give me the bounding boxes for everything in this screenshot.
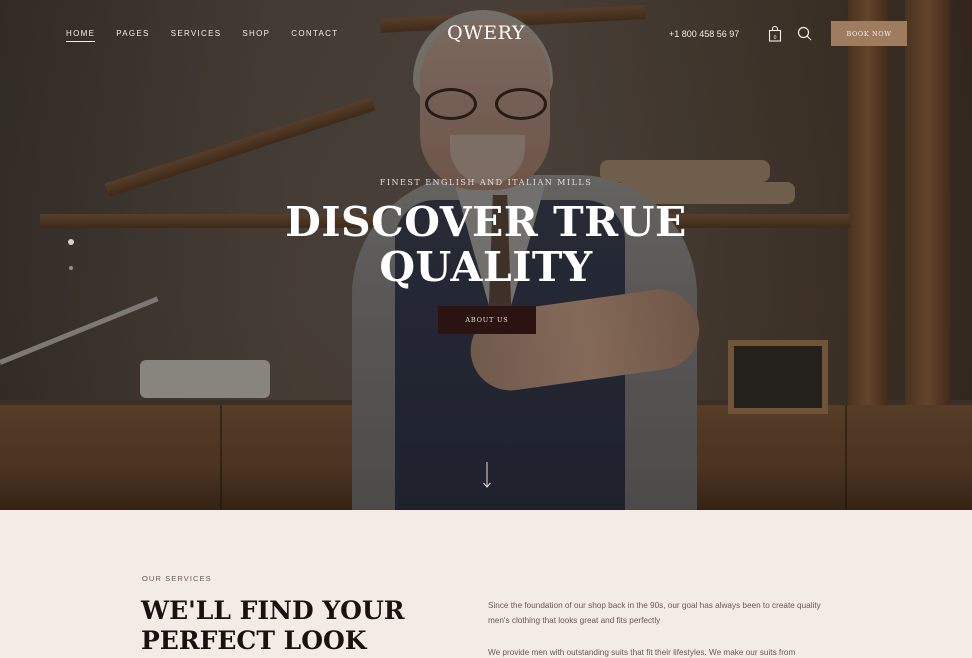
about-us-button[interactable]: ABOUT US <box>438 306 536 334</box>
slider-dot[interactable] <box>69 266 73 270</box>
hero-eyebrow: FINEST ENGLISH AND ITALIAN MILLS <box>379 178 593 187</box>
services-title: WE'LL FIND YOUR PERFECT LOOK <box>141 596 405 655</box>
nav-services[interactable]: SERVICES <box>171 29 222 42</box>
search-icon[interactable] <box>797 26 812 41</box>
nav-contact[interactable]: CONTACT <box>291 29 338 42</box>
cart-count: 0 <box>774 35 777 41</box>
services-paragraph: Since the foundation of our shop back in… <box>488 601 821 625</box>
main-nav: HOME PAGES SERVICES SHOP CONTACT <box>66 29 338 42</box>
hero-title: DISCOVER TRUE QUALITY <box>285 198 687 291</box>
nav-home[interactable]: HOME <box>66 29 96 42</box>
site-logo[interactable]: QWERY <box>430 22 542 44</box>
book-now-button[interactable]: BOOK NOW <box>831 21 907 46</box>
nav-pages[interactable]: PAGES <box>116 29 149 42</box>
scroll-down-arrow-icon[interactable] <box>482 462 492 488</box>
services-paragraph: We provide men with outstanding suits th… <box>488 648 796 657</box>
slider-dot-active[interactable] <box>68 239 74 245</box>
shopping-bag-icon[interactable]: 0 <box>768 26 782 42</box>
nav-shop[interactable]: SHOP <box>242 29 270 42</box>
phone-number[interactable]: +1 800 458 56 97 <box>669 29 739 39</box>
services-label: OUR SERVICES <box>142 574 212 583</box>
